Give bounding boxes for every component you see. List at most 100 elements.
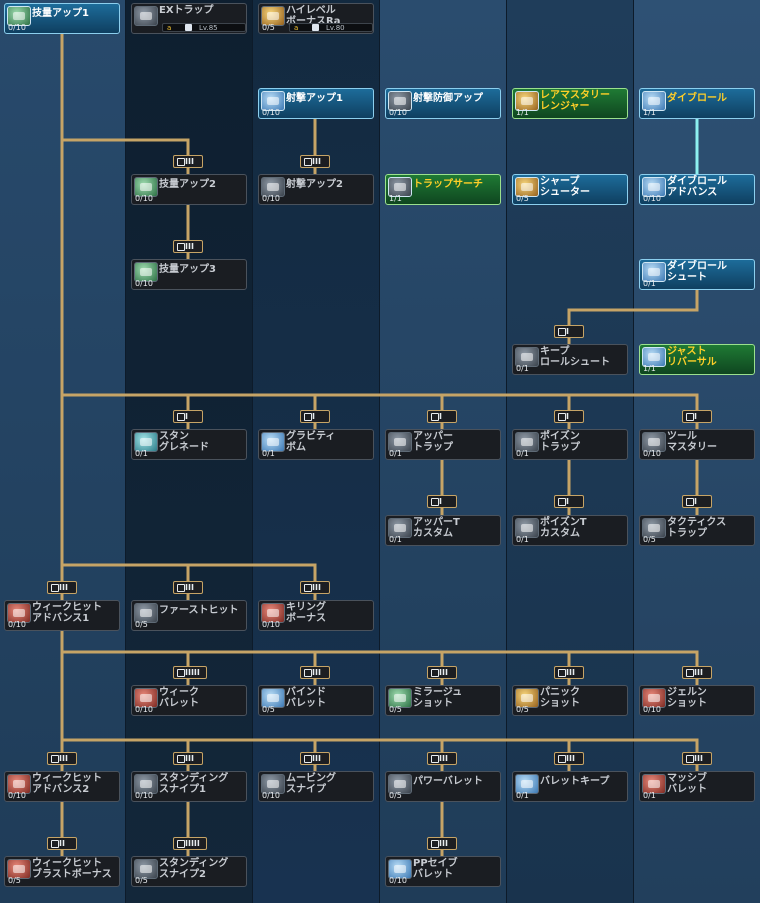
- unlock-badge-mirage-shot: III: [427, 666, 457, 679]
- skill-node-tool-mastery[interactable]: ツール マスタリー 0/10: [639, 429, 755, 460]
- skill-node-trap-search[interactable]: トラップサーチ 1/1: [385, 174, 501, 205]
- unlock-badge-skill-up-2: III: [173, 155, 203, 168]
- lock-icon: [558, 413, 566, 421]
- skill-node-standing-snipe-2[interactable]: スタンディング スナイプ2 0/5: [131, 856, 247, 887]
- skill-node-first-hit[interactable]: ファーストヒット 0/5: [131, 600, 247, 631]
- lock-icon: [686, 498, 694, 506]
- lock-icon: [177, 669, 185, 677]
- lock-icon: [51, 584, 59, 592]
- lock-icon: [304, 755, 312, 763]
- lock-icon: [431, 840, 439, 848]
- skill-node-moving-snipe[interactable]: ムービング スナイプ 0/10: [258, 771, 374, 802]
- lock-icon: [431, 413, 439, 421]
- skill-node-bind-bullet[interactable]: バインド バレット 0/5: [258, 685, 374, 716]
- lock-icon: [558, 328, 566, 336]
- lock-icon: [177, 584, 185, 592]
- lock-icon: a: [294, 24, 299, 32]
- lock-icon: [304, 158, 312, 166]
- unlock-badge-upper-t-custom: I: [427, 495, 457, 508]
- skill-node-power-bullet[interactable]: パワーバレット 0/5: [385, 771, 501, 802]
- requirement-bar: a Lv.85: [162, 23, 246, 32]
- unlock-badge-jellen-shot: III: [682, 666, 712, 679]
- lock-icon: [177, 158, 185, 166]
- unlock-badge-tool-mastery: I: [682, 410, 712, 423]
- unlock-badge-weak-hit-advance-1: III: [47, 581, 77, 594]
- lock-icon: [431, 498, 439, 506]
- skill-node-bullet-keep[interactable]: バレットキープ 0/1: [512, 771, 628, 802]
- unlock-badge-tactics-trap: I: [682, 495, 712, 508]
- skill-node-weak-bullet[interactable]: ウィーク バレット 0/10: [131, 685, 247, 716]
- lock-icon: [304, 669, 312, 677]
- unlock-badge-poison-t-custom: I: [554, 495, 584, 508]
- skill-node-ex-trap[interactable]: EXトラップ a Lv.85: [131, 3, 247, 34]
- unlock-badge-moving-snipe: III: [300, 752, 330, 765]
- lock-icon: [177, 243, 185, 251]
- skill-node-jellen-shot[interactable]: ジェルン ショット 0/10: [639, 685, 755, 716]
- lock-icon: [51, 755, 59, 763]
- unlock-badge-standing-snipe-1: III: [173, 752, 203, 765]
- skill-node-mirage-shot[interactable]: ミラージュ ショット 0/5: [385, 685, 501, 716]
- lock-icon: [177, 413, 185, 421]
- unlock-badge-power-bullet: III: [427, 752, 457, 765]
- skill-node-tactics-trap[interactable]: タクティクス トラップ 0/5: [639, 515, 755, 546]
- lock-icon: [686, 755, 694, 763]
- lock-icon: [304, 413, 312, 421]
- skill-node-skill-up-2[interactable]: 技量アップ2 0/10: [131, 174, 247, 205]
- unlock-badge-pp-save-bullet: III: [427, 837, 457, 850]
- unlock-badge-panic-shot: III: [554, 666, 584, 679]
- skill-node-upper-trap[interactable]: アッパー トラップ 0/1: [385, 429, 501, 460]
- lock-icon: [431, 755, 439, 763]
- lock-icon: [304, 584, 312, 592]
- skill-node-weak-hit-advance-2[interactable]: ウィークヒット アドバンス2 0/10: [4, 771, 120, 802]
- unlock-badge-skill-up-3: III: [173, 240, 203, 253]
- requirement-bar: a Lv.80: [289, 23, 373, 32]
- lock-icon: [558, 498, 566, 506]
- skill-node-keep-roll-shoot[interactable]: キープ ロールシュート 0/1: [512, 344, 628, 375]
- lock-icon: [177, 755, 185, 763]
- skill-node-poison-t-custom[interactable]: ポイズンT カスタム 0/1: [512, 515, 628, 546]
- lock-icon: a: [167, 24, 172, 32]
- skill-node-weak-hit-blast-bonus[interactable]: ウィークヒット ブラストボーナス 0/5: [4, 856, 120, 887]
- skill-node-dive-roll-shoot[interactable]: ダイブロール シュート 0/1: [639, 259, 755, 290]
- skill-node-panic-shot[interactable]: パニック ショット 0/5: [512, 685, 628, 716]
- skill-node-just-reversal[interactable]: ジャスト リバーサル 1/1: [639, 344, 755, 375]
- unlock-badge-bullet-keep: III: [554, 752, 584, 765]
- skill-node-shooting-up-1[interactable]: 射撃アップ1 0/10: [258, 88, 374, 119]
- lock-icon: [431, 669, 439, 677]
- skill-node-shooting-defense-up[interactable]: 射撃防御アップ 0/10: [385, 88, 501, 119]
- skill-node-upper-t-custom[interactable]: アッパーT カスタム 0/1: [385, 515, 501, 546]
- skill-node-poison-trap[interactable]: ポイズン トラップ 0/1: [512, 429, 628, 460]
- lock-icon: [686, 669, 694, 677]
- unlock-badge-first-hit: III: [173, 581, 203, 594]
- skill-node-dive-roll-advance[interactable]: ダイブロール アドバンス 0/10: [639, 174, 755, 205]
- unlock-badge-stun-grenade: I: [173, 410, 203, 423]
- skill-node-killing-bonus[interactable]: キリング ボーナス 0/10: [258, 600, 374, 631]
- unlock-badge-keep-roll-shoot: I: [554, 325, 584, 338]
- skill-node-massive-bullet[interactable]: マッシブ バレット 0/1: [639, 771, 755, 802]
- ex-trap-icon: [134, 6, 158, 26]
- skill-node-sharp-shooter[interactable]: シャープ シューター 0/5: [512, 174, 628, 205]
- lock-icon: [177, 840, 185, 848]
- skill-node-standing-snipe-1[interactable]: スタンディング スナイプ1 0/10: [131, 771, 247, 802]
- skill-node-stun-grenade[interactable]: スタン グレネード 0/1: [131, 429, 247, 460]
- skill-node-pp-save-bullet[interactable]: PPセイブ バレット 0/10: [385, 856, 501, 887]
- unlock-badge-weak-hit-blast-bonus: II: [47, 837, 77, 850]
- unlock-badge-bind-bullet: III: [300, 666, 330, 679]
- lock-icon: [558, 669, 566, 677]
- skill-node-rare-mastery-ranger[interactable]: レアマスタリー レンジャー 1/1: [512, 88, 628, 119]
- unlock-badge-standing-snipe-2: IIIII: [173, 837, 207, 850]
- skill-node-high-level-bonus[interactable]: ハイレベル ボーナスRa 0/5 a Lv.80: [258, 3, 374, 34]
- skill-node-shooting-up-2[interactable]: 射撃アップ2 0/10: [258, 174, 374, 205]
- skill-node-weak-hit-advance-1[interactable]: ウィークヒット アドバンス1 0/10: [4, 600, 120, 631]
- unlock-badge-weak-bullet: IIIII: [173, 666, 207, 679]
- skill-node-skill-up-1[interactable]: 技量アップ1 0/10: [4, 3, 120, 34]
- class-icon: [185, 24, 192, 31]
- skill-node-skill-up-3[interactable]: 技量アップ3 0/10: [131, 259, 247, 290]
- unlock-badge-poison-trap: I: [554, 410, 584, 423]
- lock-icon: [51, 840, 59, 848]
- unlock-badge-gravity-bomb: I: [300, 410, 330, 423]
- unlock-badge-killing-bonus: III: [300, 581, 330, 594]
- class-icon: [312, 24, 319, 31]
- skill-node-gravity-bomb[interactable]: グラビティ ボム 0/1: [258, 429, 374, 460]
- skill-node-dive-roll[interactable]: ダイブロール 1/1: [639, 88, 755, 119]
